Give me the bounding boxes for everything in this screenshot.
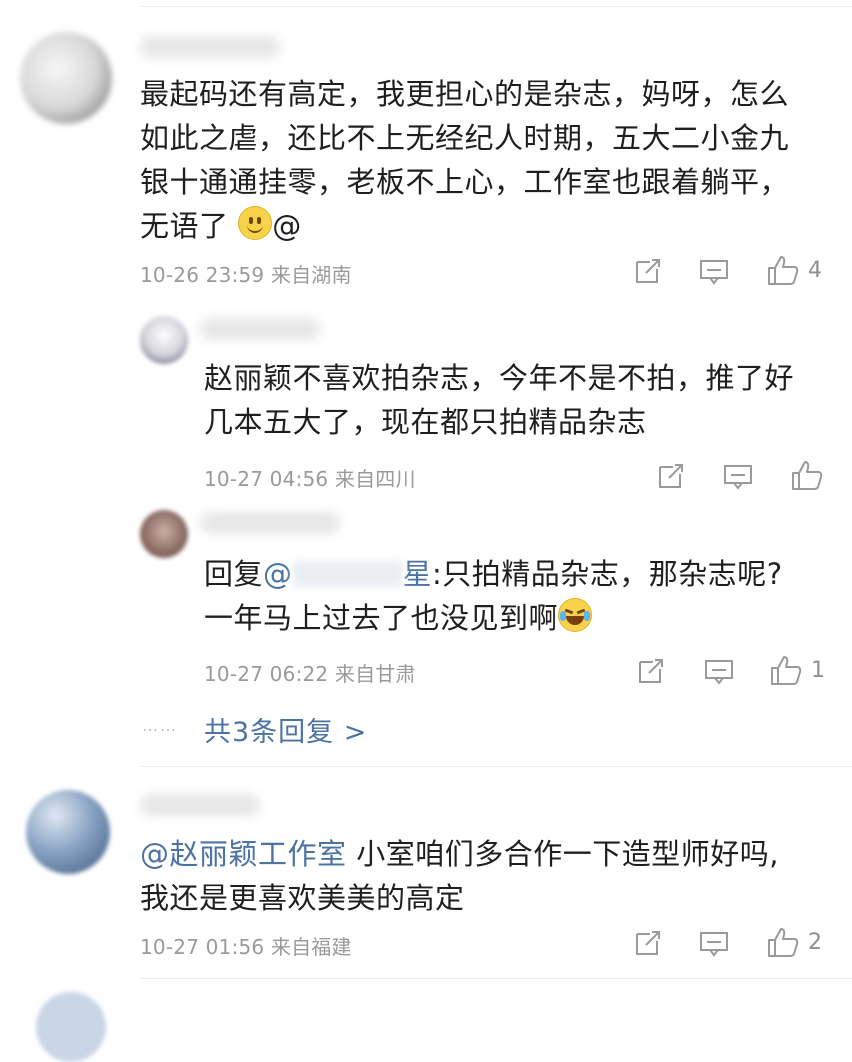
comment-text: 最起码还有高定，我更担心的是杂志，妈呀，怎么 如此之虐，还比不上无经纪人时期，五… — [140, 77, 790, 243]
mention-link[interactable]: @赵丽颖工作室 — [140, 837, 347, 871]
reply-meta: 10-27 04:56 来自四川 — [204, 467, 416, 491]
more-replies-dots: …… — [142, 716, 178, 735]
mention-link[interactable]: @ — [263, 557, 293, 591]
reply-text: 回复@ 星:只拍精品杂志，那杂志呢? 一年马上过去了也没见到啊 — [204, 557, 783, 635]
avatar[interactable] — [140, 510, 188, 558]
username-blurred[interactable] — [140, 794, 260, 816]
avatar[interactable] — [20, 32, 112, 124]
comment-text: @赵丽颖工作室 小室咱们多合作一下造型师好吗, 我还是更喜欢美美的高定 — [140, 837, 779, 915]
like-icon[interactable] — [790, 459, 824, 491]
like-icon[interactable] — [769, 654, 803, 686]
reply-text: 赵丽颖不喜欢拍杂志，今年不是不拍，推了好 几本五大了，现在都只拍精品杂志 — [204, 361, 795, 439]
comment-icon[interactable] — [698, 930, 730, 958]
like-count: 2 — [808, 930, 822, 955]
share-icon[interactable] — [656, 461, 686, 491]
like-icon[interactable] — [766, 926, 800, 958]
smile-emoji — [238, 206, 273, 240]
comment-icon[interactable] — [698, 258, 730, 286]
username-blurred[interactable] — [200, 512, 340, 534]
like-count: 4 — [808, 258, 822, 283]
mention-blurred — [292, 561, 403, 587]
reply-meta: 10-27 06:22 来自甘肃 — [204, 662, 416, 686]
avatar[interactable] — [36, 992, 106, 1062]
avatar[interactable] — [26, 790, 110, 874]
comment-divider — [140, 978, 852, 979]
more-replies-link[interactable]: 共3条回复 > — [204, 710, 367, 749]
username-blurred[interactable] — [140, 36, 280, 58]
top-divider — [140, 6, 852, 7]
laugh-cry-emoji — [558, 598, 593, 632]
avatar[interactable] — [140, 316, 188, 364]
username-blurred[interactable] — [200, 318, 320, 340]
like-icon[interactable] — [766, 254, 800, 286]
share-icon[interactable] — [633, 928, 663, 958]
comment-icon[interactable] — [722, 463, 754, 491]
share-icon[interactable] — [636, 656, 666, 686]
comment-divider — [140, 766, 852, 767]
share-icon[interactable] — [633, 256, 663, 286]
comment-meta: 10-26 23:59 来自湖南 — [140, 263, 352, 287]
comment-icon[interactable] — [703, 658, 735, 686]
like-count: 1 — [811, 658, 825, 683]
comment-meta: 10-27 01:56 来自福建 — [140, 935, 352, 959]
